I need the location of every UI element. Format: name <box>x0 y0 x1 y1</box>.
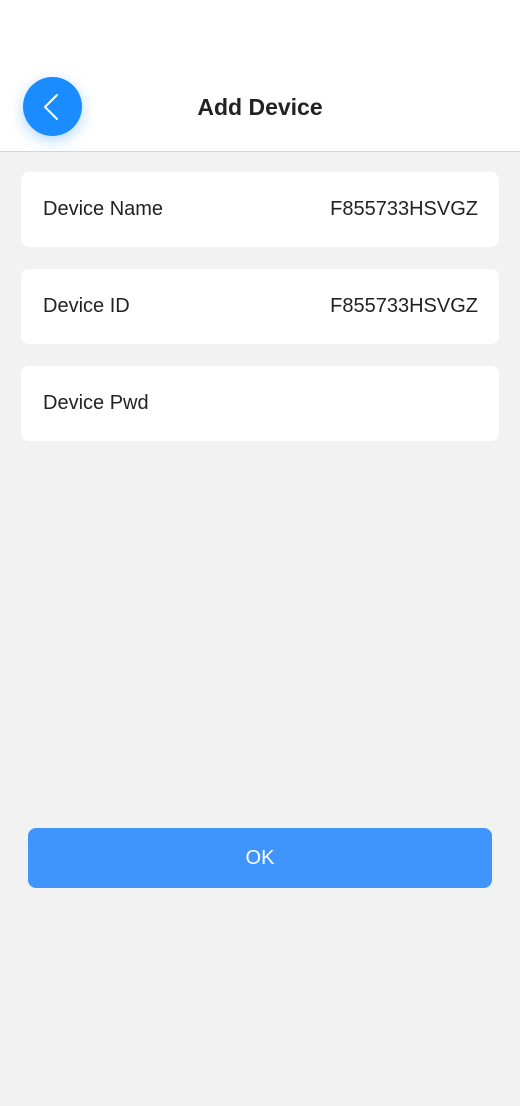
device-id-value: F855733HSVGZ <box>330 295 478 317</box>
page-title: Add Device <box>197 94 323 120</box>
device-pwd-row: Device Pwd <box>21 366 499 441</box>
device-id-label: Device ID <box>43 295 130 317</box>
device-name-row: Device Name F855733HSVGZ <box>21 172 499 247</box>
device-pwd-label: Device Pwd <box>43 392 149 414</box>
device-id-row: Device ID F855733HSVGZ <box>21 269 499 344</box>
device-pwd-input[interactable] <box>168 383 478 424</box>
header-bar: Add Device <box>0 0 520 152</box>
ok-button[interactable]: OK <box>28 828 492 888</box>
device-name-value: F855733HSVGZ <box>330 198 478 220</box>
device-name-label: Device Name <box>43 198 164 220</box>
